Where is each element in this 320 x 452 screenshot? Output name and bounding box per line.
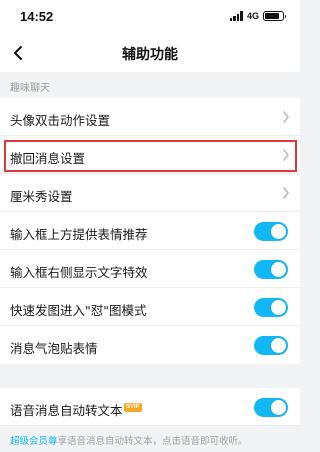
section-header-label: 趣味聊天 — [10, 83, 50, 94]
settings-row-label: 输入框右侧显示文字特效 — [10, 265, 148, 280]
voice-to-text-toggle[interactable] — [254, 398, 288, 417]
settings-toggle[interactable] — [254, 222, 288, 241]
toggle-knob — [271, 300, 286, 315]
settings-row-label: 头像双击动作设置 — [10, 113, 111, 128]
settings-list: 头像双击动作设置 撤回消息设置 厘米秀设置输入框上方提供表情推荐 输入框右侧显示文字特… — [0, 98, 300, 364]
vip-note-text: 超级会员尊享语音消息自动转文本，点击语音即可收听。 — [10, 433, 248, 447]
settings-row[interactable]: 厘米秀设置 — [0, 174, 300, 212]
status-bar: 14:52 4G — [0, 0, 300, 34]
voice-block: 语音消息自动转文本 SVIP — [0, 388, 300, 426]
settings-row-label: 撤回消息设置 — [10, 151, 86, 166]
toggle-knob — [271, 224, 286, 239]
settings-toggle[interactable] — [254, 298, 288, 317]
settings-row[interactable]: 输入框上方提供表情推荐 — [0, 212, 300, 250]
signal-icon — [229, 11, 243, 21]
settings-row[interactable]: 撤回消息设置 — [0, 136, 300, 174]
status-time: 14:52 — [20, 9, 54, 24]
vip-note: 超级会员尊享语音消息自动转文本，点击语音即可收听。 — [0, 426, 300, 452]
battery-fill — [265, 13, 280, 19]
settings-row[interactable]: 消息气泡贴表情 — [0, 326, 300, 364]
network-type: 4G — [246, 11, 259, 21]
settings-row[interactable]: 输入框右侧显示文字特效 — [0, 250, 300, 288]
page-title: 辅助功能 — [122, 47, 178, 63]
chevron-right-icon — [283, 111, 289, 123]
voice-to-text-label: 语音消息自动转文本 — [10, 403, 123, 418]
vip-link[interactable]: 超级会员尊 — [10, 436, 58, 447]
voice-to-text-row[interactable]: 语音消息自动转文本 SVIP — [0, 388, 300, 426]
settings-row-label: 快速发图进入"怼"图模式 — [10, 303, 147, 318]
settings-toggle[interactable] — [254, 336, 288, 355]
status-indicators: 4G — [229, 11, 286, 21]
section-header: 趣味聊天 — [0, 72, 300, 98]
settings-row-label: 输入框上方提供表情推荐 — [10, 227, 148, 242]
nav-bar: 辅助功能 — [0, 34, 300, 72]
settings-row-label: 消息气泡贴表情 — [10, 341, 98, 356]
toggle-knob — [271, 338, 286, 353]
toggle-knob — [271, 262, 286, 277]
battery-icon — [263, 11, 286, 21]
chevron-right-icon — [283, 149, 289, 161]
svip-badge: SVIP — [124, 403, 142, 412]
settings-row-label: 厘米秀设置 — [10, 189, 73, 204]
vip-note-body: 享语音消息自动转文本，点击语音即可收听。 — [57, 436, 248, 447]
chevron-right-icon — [283, 187, 289, 199]
settings-toggle[interactable] — [254, 260, 288, 279]
settings-row[interactable]: 头像双击动作设置 — [0, 98, 300, 136]
settings-row[interactable]: 快速发图进入"怼"图模式 — [0, 288, 300, 326]
toggle-knob — [271, 400, 286, 415]
